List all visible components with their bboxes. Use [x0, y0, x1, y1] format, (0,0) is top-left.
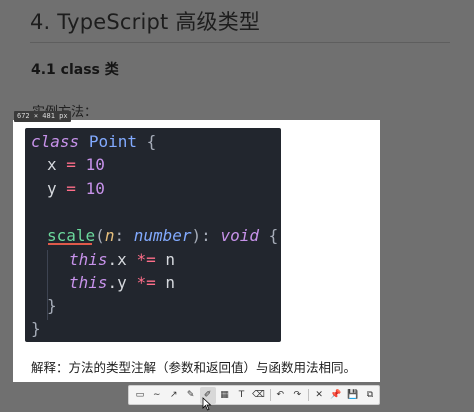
y-property: y: [47, 179, 57, 198]
colon: :: [201, 226, 211, 245]
rectangle-icon[interactable]: ▭: [132, 387, 148, 404]
code-line-1: class Point {: [31, 132, 156, 152]
mosaic-icon[interactable]: ▦: [217, 387, 233, 404]
mouse-cursor-icon: [202, 397, 212, 411]
undo-icon[interactable]: ↶: [272, 387, 288, 404]
member-y: .y: [107, 273, 127, 292]
pin-icon[interactable]: 📌: [328, 387, 344, 404]
colon: :: [114, 226, 125, 245]
toolbar-separator: [269, 389, 271, 401]
multiply-assign-op: *=: [136, 273, 156, 292]
code-line-6: this.x *= n: [69, 250, 175, 270]
rhs-value: n: [165, 250, 175, 269]
code-line-3: y = 10: [47, 179, 105, 199]
code-line-7: this.y *= n: [69, 273, 175, 293]
spellcheck-underline: [48, 243, 92, 245]
eraser-icon[interactable]: ⌫: [251, 387, 267, 404]
this-keyword: this: [69, 250, 108, 269]
redo-icon[interactable]: ↷: [289, 387, 305, 404]
indent-guide: [47, 250, 48, 320]
open-brace: {: [146, 132, 157, 151]
x-value: 10: [85, 155, 105, 174]
this-keyword: this: [69, 273, 108, 292]
dimension-badge: 672 × 481 px: [14, 111, 71, 122]
param-type: number: [133, 226, 192, 245]
param-name: n: [104, 226, 115, 245]
cancel-icon[interactable]: ✕: [311, 387, 327, 404]
toolbar-separator: [308, 389, 310, 401]
code-line-8: }: [47, 296, 57, 315]
copy-icon[interactable]: ⧉: [362, 387, 378, 404]
code-block: class Point { x = 10 y = 10 scale(n: num…: [25, 128, 281, 342]
code-line-2: x = 10: [47, 155, 105, 175]
page-title: 4. TypeScript 高级类型: [30, 10, 261, 34]
member-x: .x: [107, 250, 127, 269]
multiply-assign-op: *=: [136, 250, 156, 269]
class-keyword: class: [31, 132, 80, 151]
open-brace: {: [268, 226, 279, 245]
save-icon[interactable]: 💾: [345, 387, 361, 404]
assign-op: =: [66, 155, 76, 174]
arrow-icon[interactable]: ↗: [166, 387, 182, 404]
y-value: 10: [85, 179, 105, 198]
title-divider: [30, 42, 450, 43]
text-icon[interactable]: T: [234, 387, 250, 404]
screenshot-toolbar: ▭ ∼ ↗ ✎ ✐ ▦ T ⌫ ↶ ↷ ✕ 📌 💾 ⧉: [128, 385, 380, 405]
section-heading: 4.1 class 类: [31, 62, 119, 78]
class-name: Point: [88, 132, 137, 151]
rhs-value: n: [165, 273, 175, 292]
pen-icon[interactable]: ✎: [183, 387, 199, 404]
code-line-9: }: [31, 319, 41, 338]
explanation-note: 解释：方法的类型注解（参数和返回值）与函数用法相同。: [31, 360, 357, 375]
x-property: x: [47, 155, 57, 174]
assign-op: =: [66, 179, 76, 198]
freehand-icon[interactable]: ∼: [149, 387, 165, 404]
return-type: void: [220, 226, 259, 245]
